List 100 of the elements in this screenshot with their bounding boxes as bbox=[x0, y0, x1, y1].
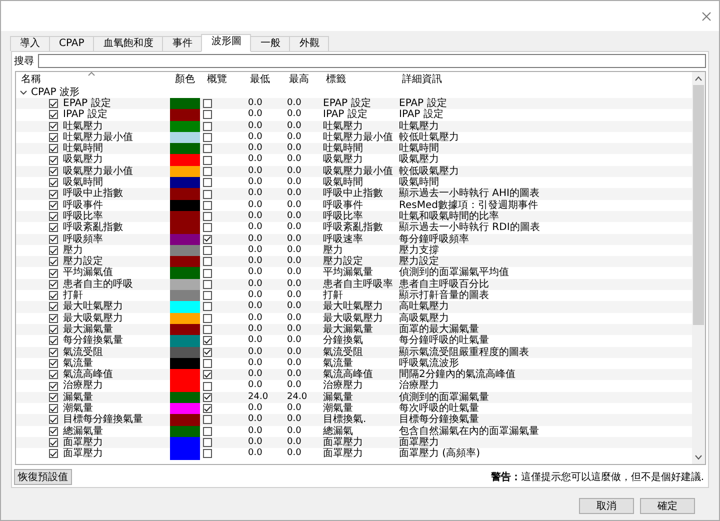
overview-checkbox[interactable] bbox=[203, 99, 212, 108]
visible-checkbox[interactable] bbox=[49, 246, 58, 255]
color-swatch[interactable] bbox=[170, 200, 200, 211]
color-swatch[interactable] bbox=[170, 312, 200, 324]
visible-checkbox[interactable] bbox=[49, 358, 58, 368]
visible-checkbox[interactable] bbox=[49, 234, 58, 244]
visible-checkbox[interactable] bbox=[49, 156, 58, 165]
visible-checkbox[interactable] bbox=[49, 392, 58, 402]
overview-checkbox[interactable] bbox=[203, 449, 212, 458]
color-swatch[interactable] bbox=[170, 426, 200, 437]
column-header[interactable]: 名稱 bbox=[16, 72, 170, 86]
column-header[interactable]: 概覽 bbox=[202, 72, 245, 86]
color-swatch[interactable] bbox=[170, 222, 200, 234]
color-swatch[interactable] bbox=[170, 98, 200, 110]
scrollbar[interactable] bbox=[692, 72, 705, 464]
overview-checkbox[interactable] bbox=[203, 190, 212, 199]
visible-checkbox[interactable] bbox=[49, 166, 58, 176]
scroll-down-icon[interactable] bbox=[695, 455, 702, 460]
overview-checkbox[interactable] bbox=[203, 382, 212, 391]
overview-checkbox[interactable] bbox=[203, 144, 212, 154]
color-swatch[interactable] bbox=[170, 414, 200, 426]
visible-checkbox[interactable] bbox=[49, 302, 58, 312]
color-swatch[interactable] bbox=[170, 120, 200, 132]
color-swatch[interactable] bbox=[170, 290, 200, 302]
color-swatch[interactable] bbox=[170, 267, 200, 279]
visible-checkbox[interactable] bbox=[49, 133, 58, 142]
visible-checkbox[interactable] bbox=[49, 223, 58, 232]
dialog-button[interactable]: 取消 bbox=[579, 498, 634, 514]
overview-checkbox[interactable] bbox=[203, 325, 212, 334]
visible-checkbox[interactable] bbox=[49, 449, 58, 458]
overview-checkbox[interactable] bbox=[203, 223, 212, 232]
color-swatch[interactable] bbox=[170, 369, 200, 380]
overview-checkbox[interactable] bbox=[203, 302, 212, 312]
visible-checkbox[interactable] bbox=[49, 178, 58, 188]
overview-checkbox[interactable] bbox=[203, 166, 212, 176]
overview-checkbox[interactable] bbox=[203, 426, 212, 436]
visible-checkbox[interactable] bbox=[49, 268, 58, 278]
color-swatch[interactable] bbox=[170, 234, 200, 245]
visible-checkbox[interactable] bbox=[49, 110, 58, 120]
tab[interactable]: 波形圖 bbox=[201, 34, 252, 52]
color-swatch[interactable] bbox=[170, 166, 200, 178]
color-swatch[interactable] bbox=[170, 436, 200, 448]
visible-checkbox[interactable] bbox=[49, 99, 58, 108]
color-swatch[interactable] bbox=[170, 109, 200, 121]
restore-defaults-button[interactable]: 恢復預設值 bbox=[14, 469, 72, 486]
visible-checkbox[interactable] bbox=[49, 415, 58, 424]
overview-checkbox[interactable] bbox=[203, 234, 212, 244]
chevron-down-icon[interactable] bbox=[20, 88, 27, 96]
color-swatch[interactable] bbox=[170, 335, 200, 347]
color-swatch[interactable] bbox=[170, 380, 200, 392]
overview-checkbox[interactable] bbox=[203, 404, 212, 414]
scroll-thumb[interactable] bbox=[693, 85, 704, 325]
visible-checkbox[interactable] bbox=[49, 348, 58, 357]
search-field[interactable] bbox=[38, 54, 706, 68]
color-swatch[interactable] bbox=[170, 346, 200, 358]
overview-checkbox[interactable] bbox=[203, 415, 212, 424]
color-swatch[interactable] bbox=[170, 244, 200, 256]
visible-checkbox[interactable] bbox=[49, 291, 58, 300]
overview-checkbox[interactable] bbox=[203, 358, 212, 368]
overview-checkbox[interactable] bbox=[203, 348, 212, 357]
visible-checkbox[interactable] bbox=[49, 404, 58, 414]
overview-checkbox[interactable] bbox=[203, 178, 212, 188]
column-header[interactable]: 標籤 bbox=[321, 72, 397, 86]
column-header[interactable]: 詳細資訊 bbox=[397, 72, 692, 86]
overview-checkbox[interactable] bbox=[203, 156, 212, 165]
color-swatch[interactable] bbox=[170, 358, 200, 370]
overview-checkbox[interactable] bbox=[203, 212, 212, 222]
color-swatch[interactable] bbox=[170, 448, 200, 460]
visible-checkbox[interactable] bbox=[49, 190, 58, 199]
overview-checkbox[interactable] bbox=[203, 314, 212, 323]
overview-checkbox[interactable] bbox=[203, 110, 212, 120]
visible-checkbox[interactable] bbox=[49, 280, 58, 289]
color-swatch[interactable] bbox=[170, 177, 200, 188]
visible-checkbox[interactable] bbox=[49, 325, 58, 334]
overview-checkbox[interactable] bbox=[203, 280, 212, 289]
overview-checkbox[interactable] bbox=[203, 133, 212, 142]
color-swatch[interactable] bbox=[170, 154, 200, 166]
column-header[interactable]: 顏色 bbox=[170, 72, 202, 86]
overview-checkbox[interactable] bbox=[203, 200, 212, 210]
color-swatch[interactable] bbox=[170, 301, 200, 313]
visible-checkbox[interactable] bbox=[49, 200, 58, 210]
overview-checkbox[interactable] bbox=[203, 370, 212, 380]
visible-checkbox[interactable] bbox=[49, 212, 58, 222]
visible-checkbox[interactable] bbox=[49, 144, 58, 154]
color-swatch[interactable] bbox=[170, 256, 200, 268]
visible-checkbox[interactable] bbox=[49, 370, 58, 380]
color-swatch[interactable] bbox=[170, 392, 200, 404]
color-swatch[interactable] bbox=[170, 188, 200, 200]
visible-checkbox[interactable] bbox=[49, 382, 58, 391]
tab[interactable]: 外觀 bbox=[289, 36, 330, 51]
scroll-up-icon[interactable] bbox=[695, 76, 702, 81]
tab[interactable]: 導入 bbox=[10, 36, 50, 51]
column-header[interactable]: 最低 bbox=[245, 72, 284, 86]
overview-checkbox[interactable] bbox=[203, 268, 212, 278]
color-swatch[interactable] bbox=[170, 324, 200, 336]
dialog-button[interactable]: 確定 bbox=[640, 498, 695, 514]
overview-checkbox[interactable] bbox=[203, 392, 212, 402]
visible-checkbox[interactable] bbox=[49, 426, 58, 436]
visible-checkbox[interactable] bbox=[49, 314, 58, 323]
overview-checkbox[interactable] bbox=[203, 257, 212, 266]
